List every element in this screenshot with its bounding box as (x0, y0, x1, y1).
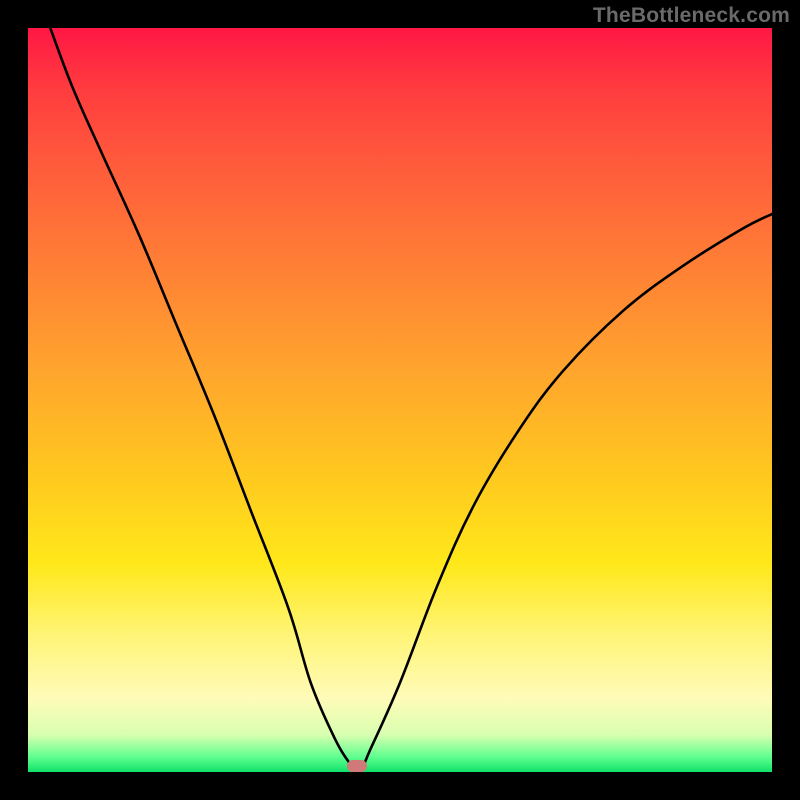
plot-area (28, 28, 772, 772)
watermark-text: TheBottleneck.com (593, 4, 790, 28)
chart-frame: TheBottleneck.com (0, 0, 800, 800)
bottleneck-curve (28, 28, 772, 772)
optimal-marker (347, 760, 367, 772)
